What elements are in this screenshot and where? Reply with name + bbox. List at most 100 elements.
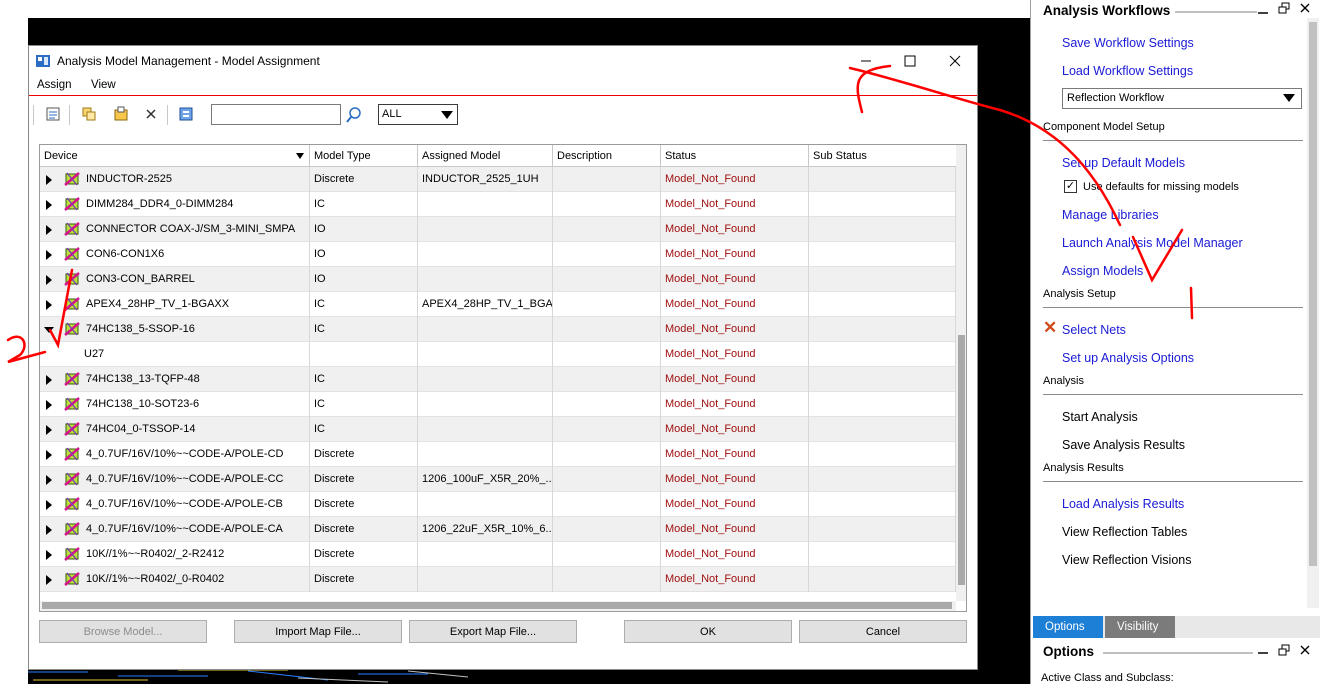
toolbar-separator — [167, 105, 168, 125]
device-name: 10K//1%~~R0402/_2-R2412 — [86, 548, 225, 560]
horizontal-scrollbar[interactable] — [40, 601, 956, 611]
cell-status: Model_Not_Found — [661, 367, 809, 392]
scroll-thumb[interactable] — [1309, 22, 1317, 566]
close-button[interactable] — [940, 50, 970, 72]
view-reflection-tables-item[interactable]: View Reflection Tables — [1062, 525, 1187, 539]
expand-arrow-icon[interactable] — [46, 225, 52, 235]
scroll-thumb[interactable] — [42, 602, 952, 609]
browse-model-button[interactable]: Browse Model... — [39, 620, 207, 643]
table-row[interactable]: CON3-CON_BARREL IO Model_Not_Found — [40, 267, 956, 292]
minimize-button[interactable] — [851, 50, 881, 72]
table-row[interactable]: DIMM284_DDR4_0-DIMM284 IC Model_Not_Found — [40, 192, 956, 217]
use-defaults-checkbox[interactable]: ✓ — [1064, 180, 1077, 193]
column-header-assigned-model[interactable]: Assigned Model — [418, 145, 553, 167]
cancel-button[interactable]: Cancel — [799, 620, 967, 643]
panel-minimize-button[interactable] — [1257, 2, 1269, 19]
table-row[interactable]: 4_0.7UF/16V/10%~~CODE-A/POLE-CA Discrete 1… — [40, 517, 956, 542]
copy-model-button[interactable] — [79, 105, 99, 123]
load-workflow-settings-link[interactable]: Load Workflow Settings — [1062, 64, 1193, 78]
vertical-scrollbar[interactable] — [956, 145, 966, 601]
menu-assign[interactable]: Assign — [37, 79, 72, 91]
manage-libraries-link[interactable]: Manage Libraries — [1062, 208, 1159, 222]
column-header-description[interactable]: Description — [553, 145, 661, 167]
sort-down-icon — [296, 153, 304, 159]
table-row[interactable]: CON6-CON1X6 IO Model_Not_Found — [40, 242, 956, 267]
cell-sub — [809, 167, 956, 192]
setup-analysis-options-link[interactable]: Set up Analysis Options — [1062, 351, 1194, 365]
expand-arrow-icon[interactable] — [46, 400, 52, 410]
expand-arrow-icon[interactable] — [46, 275, 52, 285]
setup-default-models-link[interactable]: Set up Default Models — [1062, 156, 1185, 170]
view-reflection-visions-item[interactable]: View Reflection Visions — [1062, 553, 1191, 567]
refresh-button[interactable] — [177, 105, 197, 123]
dialog-titlebar[interactable]: Analysis Model Management - Model Assign… — [29, 46, 977, 76]
cell-sub — [809, 467, 956, 492]
table-row[interactable]: INDUCTOR-2525 Discrete INDUCTOR_2525_1UH Mo… — [40, 167, 956, 192]
launch-model-manager-link[interactable]: Launch Analysis Model Manager — [1062, 236, 1243, 250]
expand-arrow-icon[interactable] — [46, 500, 52, 510]
export-map-file-button[interactable]: Export Map File... — [409, 620, 577, 643]
properties-button[interactable] — [43, 105, 63, 123]
device-name: 74HC04_0-TSSOP-14 — [86, 423, 196, 435]
expand-arrow-icon[interactable] — [46, 450, 52, 460]
search-button[interactable] — [345, 106, 363, 124]
import-map-file-button[interactable]: Import Map File... — [234, 620, 402, 643]
panel-close-button[interactable] — [1299, 2, 1311, 17]
maximize-button[interactable] — [895, 50, 925, 72]
select-nets-link[interactable]: Select Nets — [1062, 323, 1126, 337]
cell-status: Model_Not_Found — [661, 492, 809, 517]
start-analysis-item[interactable]: Start Analysis — [1062, 410, 1138, 424]
panel-float-button[interactable] — [1278, 2, 1290, 17]
expand-arrow-icon[interactable] — [46, 425, 52, 435]
expand-arrow-icon[interactable] — [46, 550, 52, 560]
tab-visibility[interactable]: Visibility — [1105, 616, 1175, 638]
expand-arrow-icon[interactable] — [46, 525, 52, 535]
panel-scrollbar[interactable] — [1307, 18, 1319, 608]
options-close-button[interactable] — [1299, 644, 1311, 659]
expand-arrow-icon[interactable] — [46, 175, 52, 185]
cell-assigned — [418, 392, 553, 417]
tab-options[interactable]: Options — [1033, 616, 1103, 638]
expand-arrow-icon[interactable] — [46, 375, 52, 385]
expand-arrow-icon[interactable] — [46, 575, 52, 585]
search-input[interactable] — [211, 104, 341, 125]
collapse-arrow-icon[interactable] — [44, 327, 54, 333]
expand-arrow-icon[interactable] — [46, 250, 52, 260]
table-row[interactable]: 74HC04_0-TSSOP-14 IC Model_Not_Found — [40, 417, 956, 442]
options-float-button[interactable] — [1278, 644, 1290, 659]
save-analysis-results-item[interactable]: Save Analysis Results — [1062, 438, 1185, 452]
expand-arrow-icon[interactable] — [46, 200, 52, 210]
table-row[interactable]: 74HC138_10-SOT23-6 IC Model_Not_Found — [40, 392, 956, 417]
column-header-sub-status[interactable]: Sub Status — [809, 145, 956, 167]
column-header-status[interactable]: Status — [661, 145, 809, 167]
menu-view[interactable]: View — [91, 79, 116, 91]
cell-status: Model_Not_Found — [661, 392, 809, 417]
table-row[interactable]: 74HC138_13-TQFP-48 IC Model_Not_Found — [40, 367, 956, 392]
table-row[interactable]: APEX4_28HP_TV_1-BGAXX IC APEX4_28HP_TV_1_B… — [40, 292, 956, 317]
table-row[interactable]: 4_0.7UF/16V/10%~~CODE-A/POLE-CB Discrete M… — [40, 492, 956, 517]
workflow-select[interactable]: Reflection Workflow — [1062, 88, 1302, 109]
assign-model-button[interactable] — [111, 105, 131, 123]
table-row[interactable]: 10K//1%~~R0402/_0-R0402 Discrete Model_Not… — [40, 567, 956, 592]
delete-button[interactable] — [141, 105, 161, 123]
assign-models-link[interactable]: Assign Models — [1062, 264, 1143, 278]
table-row[interactable]: 4_0.7UF/16V/10%~~CODE-A/POLE-CC Discrete 1… — [40, 467, 956, 492]
table-row[interactable]: U27 Model_Not_Found — [40, 342, 956, 367]
column-header-device[interactable]: Device — [40, 145, 310, 167]
load-analysis-results-link[interactable]: Load Analysis Results — [1062, 497, 1184, 511]
table-row[interactable]: 10K//1%~~R0402/_2-R2412 Discrete Model_Not… — [40, 542, 956, 567]
options-minimize-button[interactable] — [1257, 642, 1269, 659]
table-row[interactable]: CONNECTOR COAX-J/SM_3-MINI_SMPA IO Model_N… — [40, 217, 956, 242]
scroll-thumb[interactable] — [958, 335, 965, 585]
save-workflow-settings-link[interactable]: Save Workflow Settings — [1062, 36, 1194, 50]
device-icon — [64, 447, 80, 461]
table-row[interactable]: 74HC138_5-SSOP-16 IC Model_Not_Found — [40, 317, 956, 342]
cell-device: 74HC04_0-TSSOP-14 — [40, 417, 310, 442]
table-row[interactable]: 4_0.7UF/16V/10%~~CODE-A/POLE-CD Discrete M… — [40, 442, 956, 467]
expand-arrow-icon[interactable] — [46, 475, 52, 485]
cell-sub — [809, 417, 956, 442]
ok-button[interactable]: OK — [624, 620, 792, 643]
filter-select[interactable]: ALL — [378, 104, 458, 125]
column-header-model-type[interactable]: Model Type — [310, 145, 418, 167]
expand-arrow-icon[interactable] — [46, 300, 52, 310]
